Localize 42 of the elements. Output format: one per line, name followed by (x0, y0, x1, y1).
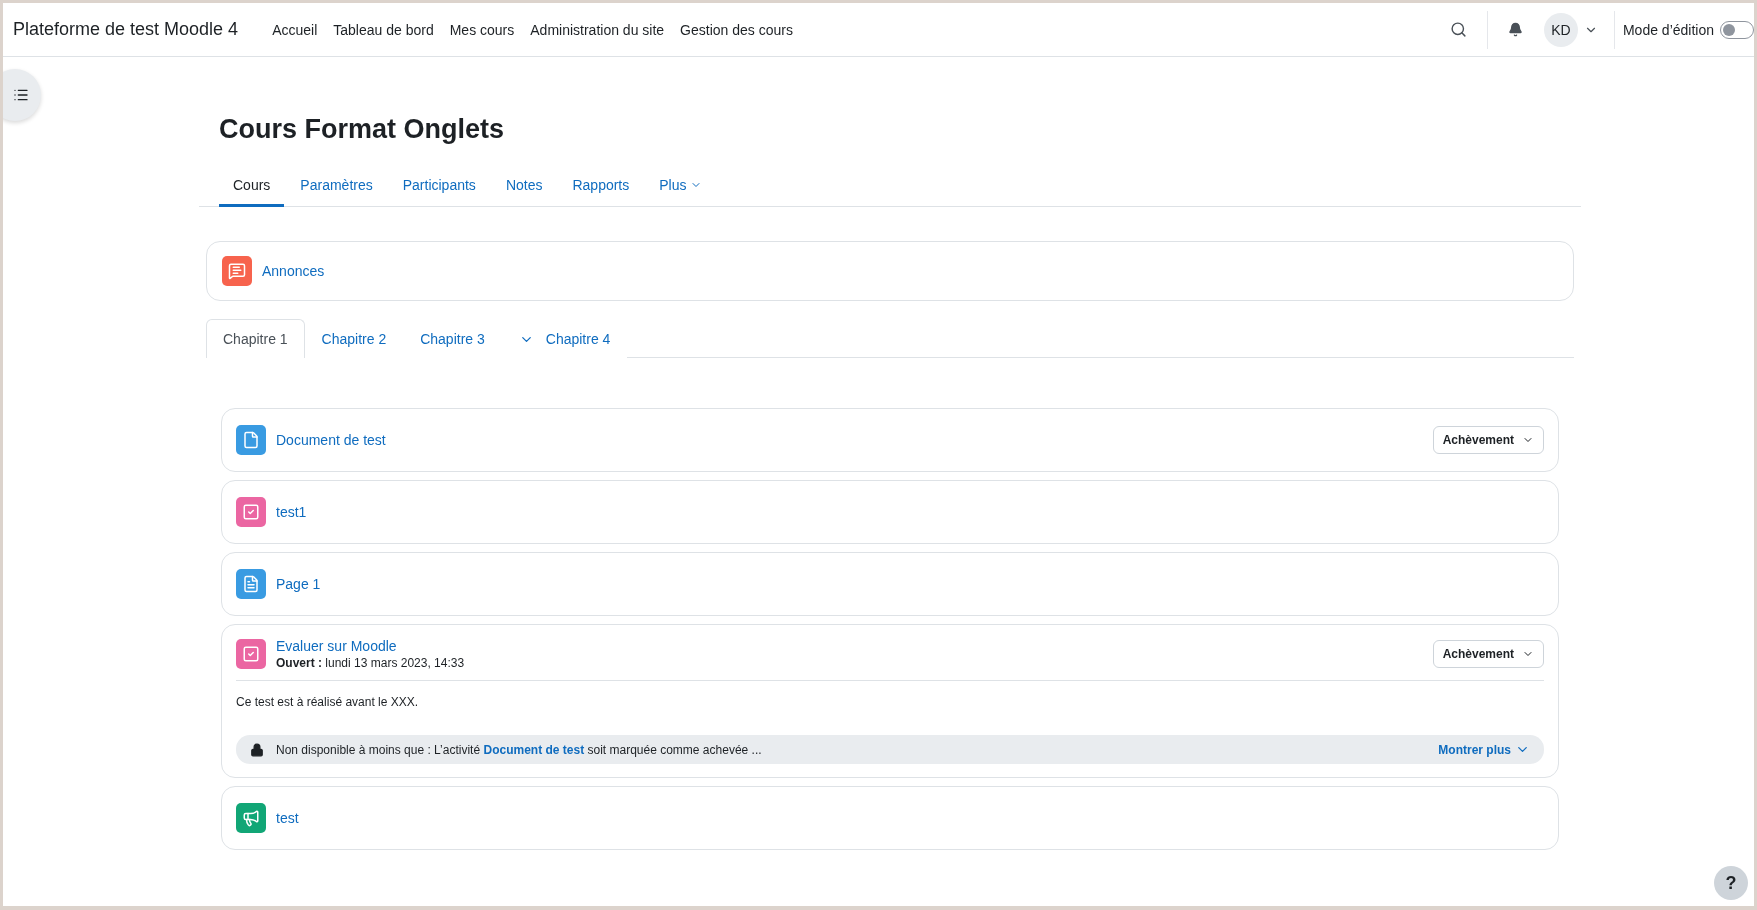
document-icon (236, 425, 266, 456)
nav-link[interactable]: Gestion des cours (672, 21, 801, 38)
course-tab[interactable]: Cours (219, 165, 285, 208)
course-tab[interactable]: Rapports (558, 165, 644, 208)
course-tab[interactable]: Notes (491, 165, 557, 208)
activity-link[interactable]: test1 (276, 504, 1544, 521)
list-icon (13, 87, 29, 103)
course-title: Cours Format Onglets (219, 113, 506, 146)
restriction-text: Non disponible à moins que : L’activité Document de test soit marquée comme achevée ... (276, 742, 763, 757)
activity-link[interactable]: Document de test (483, 742, 585, 757)
course-tab[interactable]: Plus (645, 165, 716, 208)
page-icon (236, 569, 266, 600)
checkbox-icon (236, 497, 266, 528)
bell-icon[interactable] (1508, 22, 1524, 37)
site-name[interactable]: Plateforme de test Moodle 4 (13, 19, 239, 40)
activity-link[interactable]: Evaluer sur Moodle (276, 638, 1423, 655)
help-button[interactable]: ? (1714, 866, 1748, 900)
chat-bubble-icon (222, 256, 252, 287)
show-more-link[interactable]: Montrer plus (1438, 742, 1530, 758)
drawer-toggle-button[interactable] (3, 69, 41, 121)
edit-mode-switch[interactable] (1720, 20, 1754, 39)
lock-icon (250, 742, 264, 757)
activity-link[interactable]: Page 1 (276, 576, 1544, 593)
nav-link[interactable]: Accueil (264, 21, 326, 38)
user-avatar[interactable]: KD (1543, 12, 1578, 47)
course-tab[interactable]: Paramètres (286, 165, 387, 208)
section-tab[interactable]: Chapitre 1 (206, 319, 305, 359)
activity-link[interactable]: test (276, 810, 1544, 827)
megaphone-icon (236, 803, 266, 834)
activity-description: Ce test est à réalisé avant le XXX. (236, 695, 420, 710)
activity-link[interactable]: Annonces (262, 263, 325, 280)
completion-dropdown[interactable]: Achèvement (1432, 640, 1544, 669)
edit-mode-label: Mode d’édition (1622, 21, 1714, 38)
checkbox-icon (236, 639, 266, 670)
search-icon[interactable] (1450, 21, 1468, 38)
course-tab[interactable]: Participants (388, 165, 490, 208)
nav-link[interactable]: Administration du site (522, 21, 673, 38)
nav-link[interactable]: Mes cours (441, 21, 523, 38)
completion-dropdown[interactable]: Achèvement (1432, 426, 1544, 455)
activity-dates: Ouvert : lundi 13 mars 2023, 14:33 (276, 656, 466, 671)
activity-link[interactable]: Document de test (276, 432, 1423, 449)
nav-link[interactable]: Tableau de bord (325, 21, 442, 38)
